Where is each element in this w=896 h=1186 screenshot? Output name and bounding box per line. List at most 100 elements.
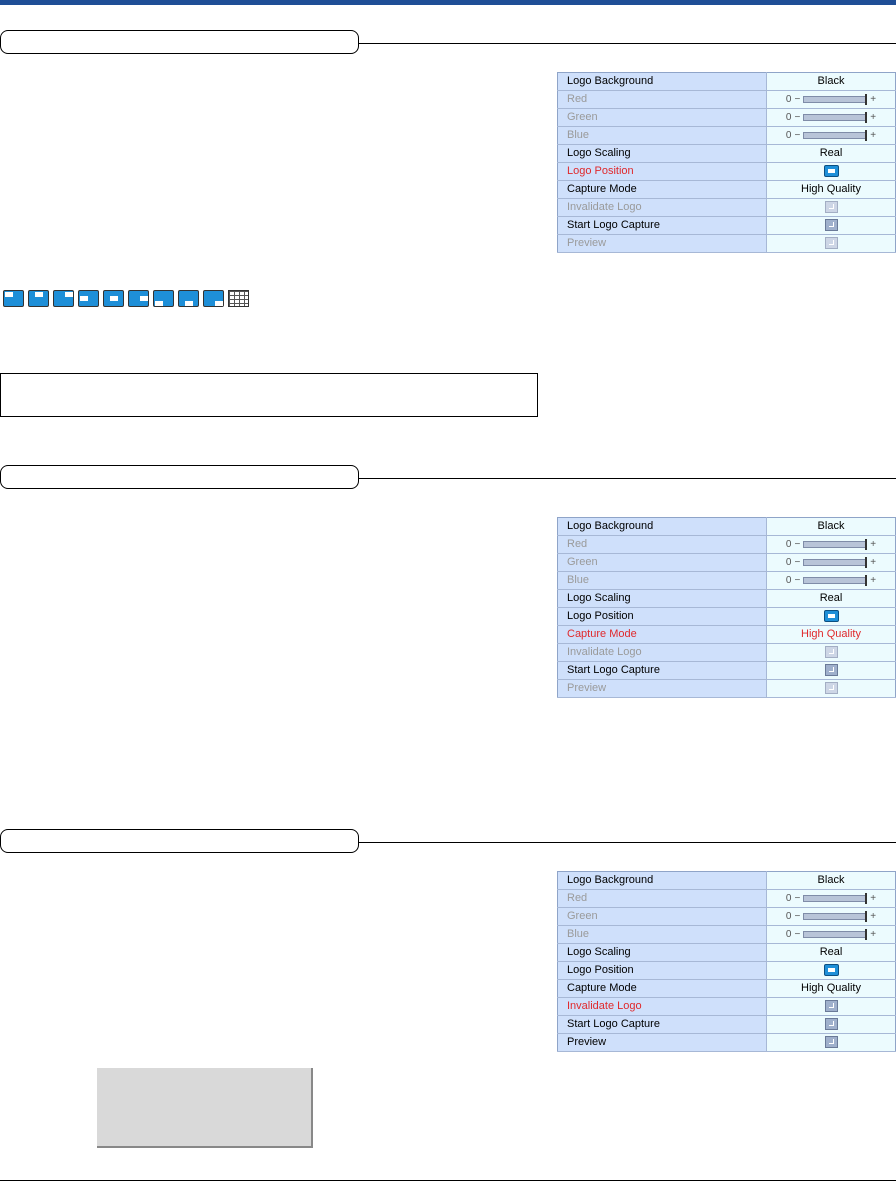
- position-top-right-icon: [53, 290, 74, 307]
- menu-row-value: [766, 961, 896, 980]
- menu-row-label: Invalidate Logo: [557, 643, 767, 662]
- section-heading-3: [0, 829, 896, 859]
- menu-row-logo-position[interactable]: Logo Position: [557, 607, 896, 626]
- menu-row-value: [766, 643, 896, 662]
- menu-row-label: Logo Position: [557, 607, 767, 626]
- menu-row-logo-position[interactable]: Logo Position: [557, 961, 896, 980]
- menu-row-start-logo-capture[interactable]: Start Logo Capture: [557, 216, 896, 235]
- menu-row-red[interactable]: Red 0− +: [557, 889, 896, 908]
- menu-row-preview[interactable]: Preview: [557, 234, 896, 253]
- minus-sign: −: [794, 911, 801, 922]
- slider-track[interactable]: [803, 539, 868, 550]
- menu-row-label: Capture Mode: [557, 979, 767, 998]
- menu-row-green[interactable]: Green 0− +: [557, 553, 896, 572]
- menu-row-value: [766, 162, 896, 181]
- menu-row-value: 0− +: [766, 907, 896, 926]
- menu-row-logo-scaling[interactable]: Logo Scaling Real: [557, 943, 896, 962]
- menu-row-blue[interactable]: Blue 0− +: [557, 126, 896, 145]
- menu-row-capture-mode[interactable]: Capture Mode High Quality: [557, 625, 896, 644]
- slider-track[interactable]: [803, 130, 868, 141]
- position-bottom-right-icon: [203, 290, 224, 307]
- menu-row-label: Capture Mode: [557, 180, 767, 199]
- enter-icon: [824, 682, 838, 695]
- menu-row-value: Black: [766, 517, 896, 536]
- menu-row-value: Black: [766, 72, 896, 91]
- level-slider[interactable]: 0− +: [786, 908, 876, 925]
- minus-sign: −: [794, 94, 801, 105]
- level-slider[interactable]: 0− +: [786, 572, 876, 589]
- menu-row-value: [766, 198, 896, 217]
- menu-row-green[interactable]: Green 0− +: [557, 907, 896, 926]
- slider-value: 0: [785, 575, 792, 586]
- menu-row-logo-scaling[interactable]: Logo Scaling Real: [557, 589, 896, 608]
- plus-sign: +: [870, 911, 877, 922]
- level-slider[interactable]: 0− +: [786, 127, 876, 144]
- menu-row-label: Preview: [557, 679, 767, 698]
- menu-row-label: Invalidate Logo: [557, 198, 767, 217]
- menu-row-value: [766, 216, 896, 235]
- plus-sign: +: [870, 112, 877, 123]
- menu-row-red[interactable]: Red 0− +: [557, 535, 896, 554]
- logo-position-options: [3, 290, 249, 308]
- menu-row-preview[interactable]: Preview: [557, 1033, 896, 1052]
- menu-row-start-logo-capture[interactable]: Start Logo Capture: [557, 661, 896, 680]
- menu-row-start-logo-capture[interactable]: Start Logo Capture: [557, 1015, 896, 1034]
- enter-icon: [824, 664, 838, 677]
- level-slider[interactable]: 0− +: [786, 536, 876, 553]
- slider-value: 0: [785, 539, 792, 550]
- menu-row-red[interactable]: Red 0− +: [557, 90, 896, 109]
- menu-row-value: [766, 234, 896, 253]
- menu-row-logo-background[interactable]: Logo Background Black: [557, 72, 896, 91]
- level-slider[interactable]: 0− +: [786, 926, 876, 943]
- message-box: [97, 1068, 313, 1148]
- level-slider[interactable]: 0− +: [786, 109, 876, 126]
- slider-track[interactable]: [803, 929, 868, 940]
- menu-row-blue[interactable]: Blue 0− +: [557, 925, 896, 944]
- slider-track[interactable]: [803, 893, 868, 904]
- menu-row-value: High Quality: [766, 979, 896, 998]
- menu-row-value: [766, 679, 896, 698]
- slider-track[interactable]: [803, 911, 868, 922]
- menu-row-logo-position[interactable]: Logo Position: [557, 162, 896, 181]
- menu-row-value: [766, 1033, 896, 1052]
- section-rule: [359, 478, 896, 479]
- level-slider[interactable]: 0− +: [786, 91, 876, 108]
- section-title-box: [0, 829, 359, 853]
- position-center-icon: [103, 290, 124, 307]
- position-icon: [823, 964, 839, 977]
- menu-row-invalidate-logo[interactable]: Invalidate Logo: [557, 997, 896, 1016]
- menu-row-blue[interactable]: Blue 0− +: [557, 571, 896, 590]
- level-slider[interactable]: 0− +: [786, 554, 876, 571]
- menu-row-green[interactable]: Green 0− +: [557, 108, 896, 127]
- menu-row-preview[interactable]: Preview: [557, 679, 896, 698]
- grid-position-icon: [228, 290, 249, 307]
- menu-row-capture-mode[interactable]: Capture Mode High Quality: [557, 180, 896, 199]
- menu-row-value: Real: [766, 589, 896, 608]
- slider-track[interactable]: [803, 112, 868, 123]
- menu-row-logo-background[interactable]: Logo Background Black: [557, 517, 896, 536]
- position-top-left-icon: [3, 290, 24, 307]
- section-title-box: [0, 30, 359, 54]
- menu-row-capture-mode[interactable]: Capture Mode High Quality: [557, 979, 896, 998]
- position-middle-left-icon: [78, 290, 99, 307]
- logo-menu-osd-3: Logo Background Black Red 0− + Green 0− + Blue 0−…: [557, 871, 896, 1052]
- slider-value: 0: [785, 112, 792, 123]
- plus-sign: +: [870, 575, 877, 586]
- plus-sign: +: [870, 94, 877, 105]
- position-icon: [823, 165, 839, 178]
- menu-row-label: Green: [557, 553, 767, 572]
- minus-sign: −: [794, 893, 801, 904]
- menu-row-logo-scaling[interactable]: Logo Scaling Real: [557, 144, 896, 163]
- level-slider[interactable]: 0− +: [786, 890, 876, 907]
- logo-menu-osd-1: Logo Background Black Red 0− + Green 0− + Blue 0−…: [557, 72, 896, 253]
- menu-row-invalidate-logo[interactable]: Invalidate Logo: [557, 198, 896, 217]
- slider-track[interactable]: [803, 575, 868, 586]
- menu-row-label: Preview: [557, 234, 767, 253]
- menu-row-invalidate-logo[interactable]: Invalidate Logo: [557, 643, 896, 662]
- enter-icon: [824, 1018, 838, 1031]
- menu-row-logo-background[interactable]: Logo Background Black: [557, 871, 896, 890]
- slider-track[interactable]: [803, 94, 868, 105]
- minus-sign: −: [794, 112, 801, 123]
- slider-track[interactable]: [803, 557, 868, 568]
- menu-row-value: 0− +: [766, 108, 896, 127]
